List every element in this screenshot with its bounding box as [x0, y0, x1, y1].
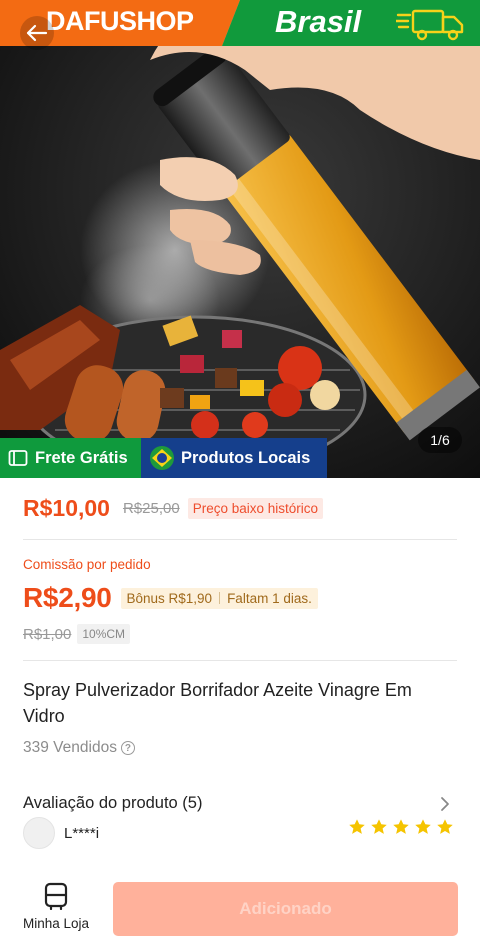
- product-photo: [0, 0, 480, 478]
- truck-icon: [396, 9, 464, 41]
- commission-label: Comissão por pedido: [23, 557, 151, 572]
- country-name: Brasil: [275, 4, 362, 39]
- bonus-separator: [219, 592, 221, 604]
- old-commission-row: R$1,00 10%CM: [23, 624, 131, 644]
- avatar: [23, 817, 55, 849]
- divider: [23, 539, 457, 540]
- star-icon: [415, 819, 431, 834]
- store-icon: [44, 882, 68, 910]
- back-arrow-icon: [26, 24, 48, 42]
- commission-row: R$2,90 Bônus R$1,90 Faltam 1 dias.: [23, 582, 318, 614]
- price-row: R$10,00 R$25,00 Preço baixo histórico: [23, 495, 323, 522]
- info-icon[interactable]: ?: [120, 741, 135, 755]
- chevron-right-icon[interactable]: [438, 794, 452, 814]
- review-item: L****i: [23, 817, 99, 849]
- local-products-label: Produtos Locais: [181, 448, 311, 467]
- product-title: Spray Pulverizador Borrifador Azeite Vin…: [23, 680, 412, 726]
- shop-name: DAFUSHOP: [46, 6, 194, 36]
- commission-rate-badge: 10%CM: [77, 624, 131, 644]
- old-commission: R$1,00: [23, 625, 72, 643]
- reviews-heading[interactable]: Avaliação do produto (5): [23, 794, 202, 813]
- reviewer-name: L****i: [64, 824, 100, 842]
- bonus-amount: Bônus R$1,90: [126, 590, 213, 606]
- sold-count: 339 Vendidos: [23, 739, 117, 756]
- free-shipping-tag: Frete Grátis: [0, 438, 141, 478]
- my-store-button[interactable]: Minha Loja: [20, 882, 92, 938]
- image-counter: 1/6: [418, 427, 462, 453]
- free-shipping-label: Frete Grátis: [35, 448, 128, 467]
- rating-stars: [348, 818, 454, 836]
- star-icon: [437, 819, 453, 834]
- product-page: DAFUSHOP Brasil 1/6 Frete Grátis Produto…: [0, 0, 480, 946]
- shipping-icon: [8, 450, 28, 466]
- current-price: R$10,00: [23, 495, 110, 521]
- bonus-badge: Bônus R$1,90 Faltam 1 dias.: [120, 587, 318, 609]
- back-button[interactable]: [20, 16, 54, 50]
- bonus-days-left: Faltam 1 dias.: [227, 590, 312, 606]
- star-icon: [371, 819, 387, 834]
- added-button[interactable]: Adicionado: [113, 882, 458, 936]
- original-price: R$25,00: [122, 500, 180, 517]
- my-store-label: Minha Loja: [22, 916, 90, 931]
- divider: [23, 660, 457, 661]
- brazil-flag-icon: [150, 446, 174, 470]
- sold-count-row: 339 Vendidos ?: [23, 739, 135, 757]
- local-products-tag: Produtos Locais: [141, 438, 327, 478]
- star-icon: [349, 819, 365, 834]
- star-icon: [393, 819, 409, 834]
- store-banner: DAFUSHOP Brasil: [0, 0, 480, 46]
- commission-value: R$2,90: [23, 582, 112, 613]
- lowest-price-badge: Preço baixo histórico: [187, 498, 323, 519]
- product-gallery[interactable]: DAFUSHOP Brasil 1/6 Frete Grátis Produto…: [0, 0, 480, 478]
